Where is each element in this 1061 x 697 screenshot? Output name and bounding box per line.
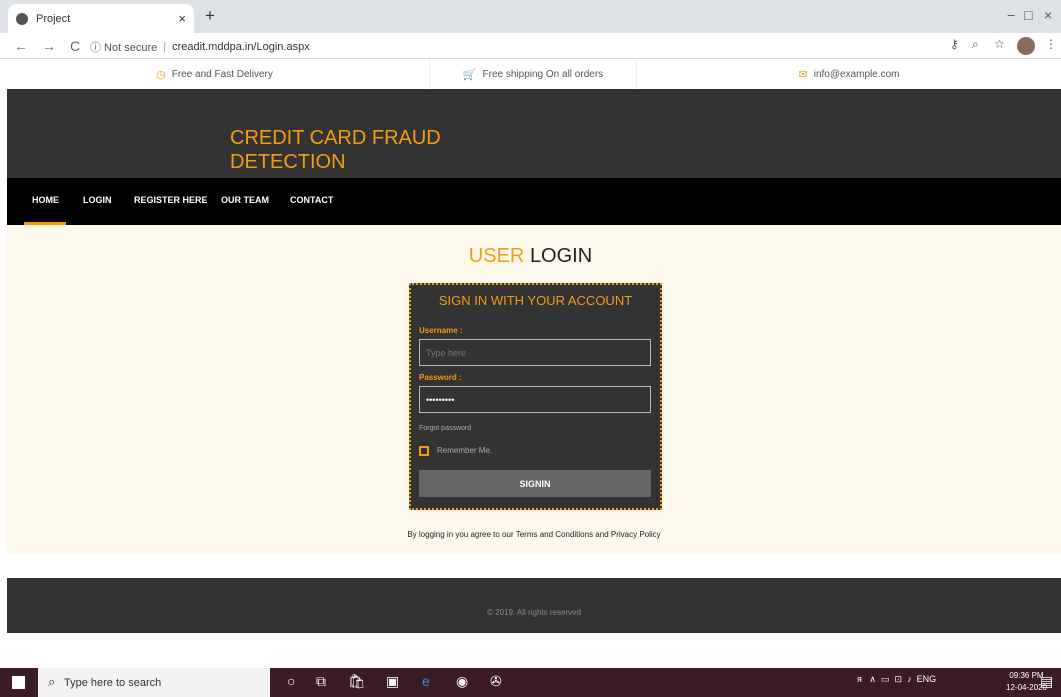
- password-input[interactable]: [419, 386, 651, 413]
- info-delivery: ◷ Free and Fast Delivery: [0, 59, 430, 89]
- forgot-password-link[interactable]: Forgot password: [419, 425, 471, 432]
- profile-avatar[interactable]: [1017, 37, 1035, 55]
- security-indicator[interactable]: ⓘ Not secure: [90, 39, 157, 55]
- username-label: Username :: [419, 326, 463, 335]
- nav-home[interactable]: HOME: [32, 195, 59, 205]
- password-label: Password :: [419, 373, 462, 382]
- people-icon[interactable]: ᴙ: [857, 674, 862, 684]
- remember-me-label[interactable]: Remember Me.: [437, 446, 492, 455]
- star-icon[interactable]: ☆: [994, 37, 1005, 51]
- taskbar-search-placeholder: Type here to search: [64, 676, 162, 689]
- language-indicator[interactable]: ENG: [917, 674, 937, 684]
- store-icon[interactable]: 🛍: [348, 673, 366, 690]
- copyright-text: © 2019. All rights reserved: [487, 608, 581, 617]
- site-footer: [7, 578, 1061, 633]
- info-delivery-label: Free and Fast Delivery: [171, 68, 273, 80]
- tab-close-icon[interactable]: ×: [178, 11, 186, 26]
- url-separator: |: [163, 40, 167, 53]
- nav-login[interactable]: LOGIN: [83, 195, 112, 205]
- page-title-rest: LOGIN: [529, 245, 593, 267]
- page-title-accent: USER: [468, 245, 525, 267]
- edge-icon[interactable]: e: [422, 673, 430, 689]
- clock-icon: ◷: [156, 68, 166, 81]
- nav-contact[interactable]: CONTACT: [290, 195, 333, 205]
- site-title[interactable]: CREDIT CARD FRAUD DETECTION: [230, 126, 480, 174]
- tab-title: Project: [36, 12, 71, 25]
- browser-tab[interactable]: Project ×: [8, 4, 194, 33]
- page-title: USER LOGIN: [0, 245, 1061, 268]
- cortana-icon[interactable]: ○: [287, 673, 295, 689]
- media-icon[interactable]: ▣: [386, 673, 399, 690]
- new-tab-button[interactable]: +: [205, 6, 215, 26]
- url-text[interactable]: creadit.mddpa.in/Login.aspx: [172, 41, 310, 53]
- system-tray[interactable]: ᴙ ∧ ▭ ⊡ ♪ ENG: [857, 674, 936, 685]
- cart-icon: 🛒: [462, 68, 477, 81]
- info-email: ✉ info@example.com: [637, 59, 1061, 89]
- restore-button[interactable]: □: [1024, 7, 1032, 23]
- taskbar-search[interactable]: Type here to search: [38, 668, 270, 697]
- volume-icon[interactable]: ♪: [907, 674, 912, 684]
- app-icon[interactable]: ✇: [490, 673, 502, 690]
- reload-button[interactable]: C: [70, 38, 80, 54]
- chrome-icon[interactable]: ◉: [456, 673, 468, 690]
- key-icon[interactable]: ⚷: [950, 37, 959, 51]
- username-input[interactable]: [419, 339, 651, 366]
- mail-icon: ✉: [798, 68, 808, 81]
- menu-icon[interactable]: ⋮: [1045, 37, 1057, 51]
- notifications-icon[interactable]: ▤: [1040, 673, 1053, 690]
- info-shipping: 🛒 Free shipping On all orders: [430, 59, 637, 89]
- minimize-button[interactable]: −: [1007, 7, 1015, 23]
- nav-register[interactable]: REGISTER HERE: [134, 195, 208, 205]
- globe-icon: [16, 12, 28, 25]
- info-email-label[interactable]: info@example.com: [814, 69, 900, 80]
- zoom-icon[interactable]: ⌕: [972, 37, 979, 52]
- url-field[interactable]: ⓘ Not secure | creadit.mddpa.in/Login.as…: [90, 36, 945, 57]
- battery-icon[interactable]: ▭: [881, 674, 890, 684]
- login-box-title: SIGN IN WITH YOUR ACCOUNT: [438, 293, 633, 308]
- info-shipping-label: Free shipping On all orders: [482, 68, 604, 80]
- search-icon: ⌕: [48, 674, 56, 689]
- forward-button[interactable]: →: [42, 38, 56, 54]
- remember-me-checkbox[interactable]: [419, 446, 429, 456]
- back-button[interactable]: ←: [14, 38, 28, 54]
- nav-our-team[interactable]: OUR TEAM: [221, 195, 269, 205]
- window-close-button[interactable]: ×: [1044, 7, 1052, 23]
- chevron-up-icon[interactable]: ∧: [869, 674, 876, 684]
- terms-text: By logging in you agree to our Terms and…: [407, 530, 661, 539]
- site-header: [7, 89, 1061, 178]
- windows-start-icon[interactable]: [12, 676, 25, 689]
- info-bar: ◷ Free and Fast Delivery 🛒 Free shipping…: [0, 59, 1061, 89]
- task-view-icon[interactable]: ⧉: [316, 673, 326, 690]
- site-title-line2: DETECTION: [230, 151, 346, 173]
- signin-button[interactable]: SIGNIN: [419, 470, 651, 497]
- network-icon[interactable]: ⊡: [895, 674, 903, 684]
- site-title-line1: CREDIT CARD FRAUD: [230, 127, 441, 149]
